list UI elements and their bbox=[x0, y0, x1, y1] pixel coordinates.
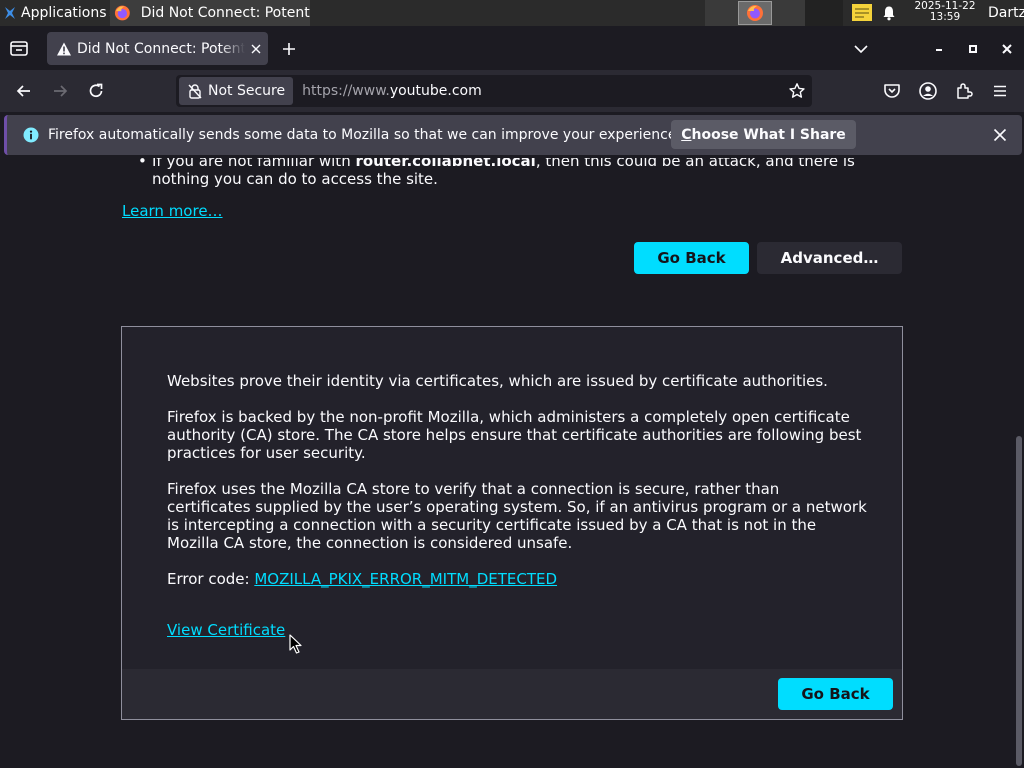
taskbar-window-button[interactable]: Did Not Connect: Potent... bbox=[110, 0, 310, 26]
window-close-icon[interactable] bbox=[998, 40, 1016, 58]
extensions-icon[interactable] bbox=[954, 81, 974, 101]
firefox-icon bbox=[747, 5, 763, 21]
clock-time: 13:59 bbox=[929, 11, 961, 23]
close-icon[interactable] bbox=[991, 126, 1009, 144]
not-secure-label: Not Secure bbox=[208, 83, 286, 99]
taskbar-tray-spacer bbox=[805, 0, 843, 26]
url-prefix: https://www. bbox=[302, 83, 390, 99]
page-scrollbar[interactable] bbox=[1016, 436, 1022, 766]
sticky-notes-icon[interactable] bbox=[852, 4, 872, 21]
back-arrow-icon[interactable] bbox=[14, 81, 34, 101]
taskbar-window-title: Did Not Connect: Potent... bbox=[140, 5, 310, 21]
tab-active[interactable]: Did Not Connect: Potential Security Issu… bbox=[47, 32, 268, 65]
applications-label: Applications bbox=[21, 5, 107, 21]
tab-close-button[interactable] bbox=[248, 41, 264, 57]
error-code-line: Error code: MOZILLA_PKIX_ERROR_MITM_DETE… bbox=[167, 570, 867, 588]
url-bar[interactable]: Not Secure https://www.youtube.com bbox=[176, 75, 812, 107]
advanced-button[interactable]: Advanced… bbox=[757, 242, 902, 274]
go-back-button[interactable]: Go Back bbox=[634, 242, 749, 274]
firefox-view-icon[interactable] bbox=[8, 37, 30, 59]
account-icon[interactable] bbox=[918, 81, 938, 101]
attack-warning-text: • If you are not familiar with router.co… bbox=[138, 158, 872, 188]
minimize-icon[interactable] bbox=[930, 40, 948, 58]
hamburger-menu-icon[interactable] bbox=[990, 81, 1010, 101]
reload-icon[interactable] bbox=[86, 81, 106, 101]
pocket-icon[interactable] bbox=[882, 81, 902, 101]
os-taskbar: Applications ≡ Did Not Connect: Potent..… bbox=[0, 0, 1024, 26]
firefox-icon bbox=[114, 5, 130, 21]
tab-strip: Did Not Connect: Potential Security Issu… bbox=[0, 26, 1024, 70]
taskbar-firefox-launcher[interactable] bbox=[738, 1, 772, 25]
mouse-cursor-icon bbox=[289, 634, 302, 654]
forward-arrow-icon[interactable] bbox=[50, 81, 70, 101]
url-host: youtube.com bbox=[389, 83, 482, 99]
error-page-content: • If you are not familiar with router.co… bbox=[0, 158, 1024, 768]
advanced-panel-footer: Go Back bbox=[122, 669, 902, 719]
data-collection-notification: Firefox automatically sends some data to… bbox=[4, 115, 1022, 155]
navigation-toolbar: Not Secure https://www.youtube.com bbox=[0, 70, 1024, 112]
notification-bell-icon[interactable] bbox=[881, 5, 897, 21]
warning-triangle-icon bbox=[57, 42, 71, 55]
button-label-rest: hoose What I Share bbox=[691, 126, 846, 143]
warning-text-start: If you are not familiar with bbox=[152, 158, 356, 170]
chevron-down-icon[interactable] bbox=[852, 40, 870, 58]
maximize-icon[interactable] bbox=[964, 40, 982, 58]
new-tab-icon[interactable] bbox=[280, 40, 298, 58]
certificate-paragraph-2: Firefox is backed by the non-profit Mozi… bbox=[167, 408, 862, 462]
error-code-link[interactable]: MOZILLA_PKIX_ERROR_MITM_DETECTED bbox=[254, 570, 557, 588]
error-code-label: Error code: bbox=[167, 570, 255, 588]
tab-title: Did Not Connect: Potential Security Issu… bbox=[77, 40, 245, 57]
user-name[interactable]: Dartz bbox=[988, 0, 1024, 26]
insecure-lock-icon bbox=[188, 84, 202, 99]
certificate-paragraph-1: Websites prove their identity via certif… bbox=[167, 372, 828, 390]
notification-message: Firefox automatically sends some data to… bbox=[48, 127, 681, 143]
close-icon bbox=[251, 44, 261, 53]
warning-hostname: router.collabnet.local bbox=[355, 158, 536, 170]
applications-menu[interactable]: Applications ≡ bbox=[0, 0, 119, 26]
url-text[interactable]: https://www.youtube.com bbox=[302, 83, 482, 99]
clock[interactable]: 2025-11-22 13:59 bbox=[906, 1, 984, 23]
xfce-menu-icon bbox=[5, 7, 15, 19]
not-secure-indicator[interactable]: Not Secure bbox=[179, 77, 294, 105]
info-icon bbox=[23, 127, 39, 143]
go-back-button-panel[interactable]: Go Back bbox=[778, 678, 893, 710]
view-certificate-link[interactable]: View Certificate bbox=[167, 621, 285, 639]
bookmark-star-icon[interactable] bbox=[788, 82, 806, 100]
learn-more-link[interactable]: Learn more… bbox=[122, 202, 223, 220]
button-access-key: C bbox=[681, 126, 692, 143]
advanced-info-body: Websites prove their identity via certif… bbox=[167, 372, 867, 606]
choose-what-i-share-button[interactable]: Choose What I Share bbox=[671, 120, 856, 149]
certificate-paragraph-3: Firefox uses the Mozilla CA store to ver… bbox=[167, 480, 867, 552]
advanced-info-panel: Websites prove their identity via certif… bbox=[121, 326, 903, 720]
bullet-icon: • bbox=[138, 158, 147, 170]
